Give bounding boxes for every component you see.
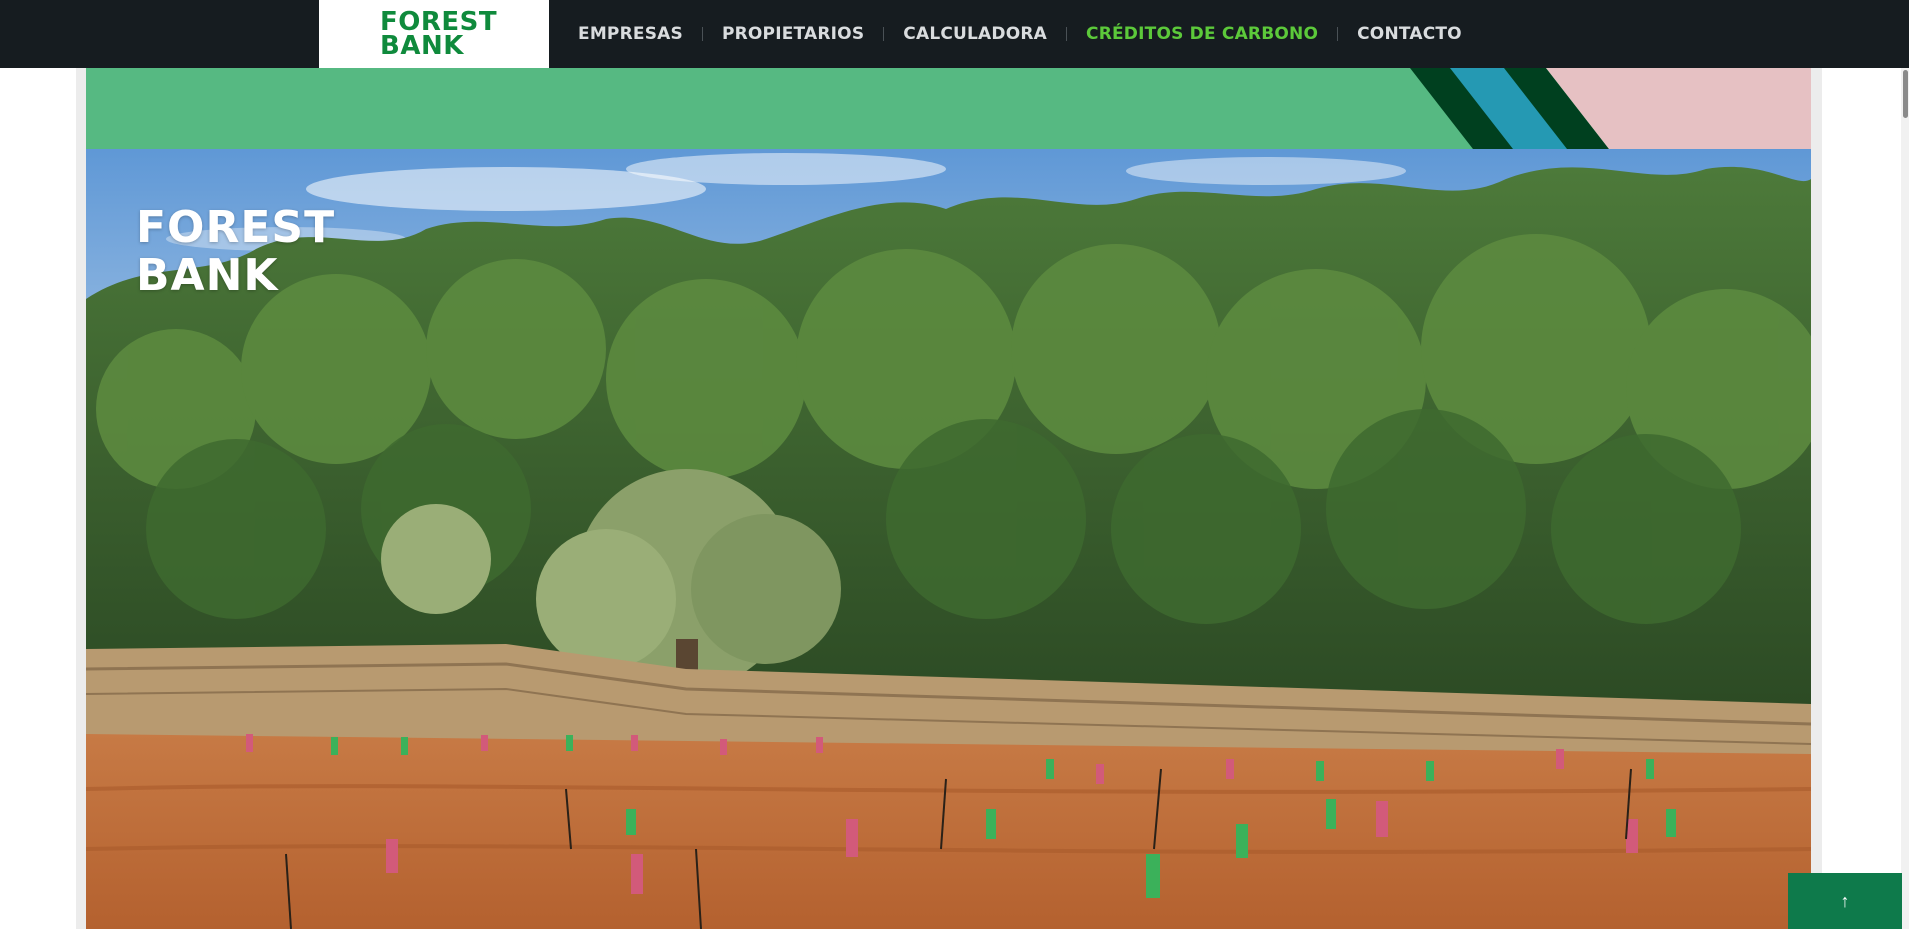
nav-separator: [1066, 27, 1068, 41]
scrollbar-thumb[interactable]: [1903, 70, 1908, 118]
nav-item-empresas[interactable]: EMPRESAS: [578, 24, 683, 44]
green-banner: [86, 68, 1811, 149]
banner-stripes: [1410, 68, 1811, 149]
main-nav: EMPRESAS PROPIETARIOS CALCULADORA CRÉDIT…: [578, 0, 1462, 68]
scrollbar-track[interactable]: [1901, 68, 1909, 929]
nav-separator: [883, 27, 885, 41]
nav-separator: [1337, 27, 1339, 41]
nav-item-creditos-de-carbono[interactable]: CRÉDITOS DE CARBONO: [1086, 24, 1318, 44]
forest-bank-logo[interactable]: FOREST BANK: [319, 0, 549, 68]
hero-logo-line-1: FOREST: [136, 202, 336, 253]
logo-line-2: BANK: [380, 31, 464, 61]
hero-forest-bank-logo: FOREST BANK: [136, 204, 335, 300]
arrow-up-icon: ↑: [1840, 890, 1850, 911]
hero-logo-line-2: BANK: [136, 250, 279, 301]
nav-item-contacto[interactable]: CONTACTO: [1357, 24, 1462, 44]
forest-landscape-image: [86, 149, 1811, 929]
scroll-to-top-button[interactable]: ↑: [1788, 873, 1902, 929]
hero-photo: FOREST BANK: [86, 149, 1811, 929]
nav-item-propietarios[interactable]: PROPIETARIOS: [722, 24, 864, 44]
nav-separator: [701, 27, 703, 41]
top-navigation-bar: FOREST BANK EMPRESAS PROPIETARIOS CALCUL…: [0, 0, 1909, 68]
nav-item-calculadora[interactable]: CALCULADORA: [903, 24, 1047, 44]
